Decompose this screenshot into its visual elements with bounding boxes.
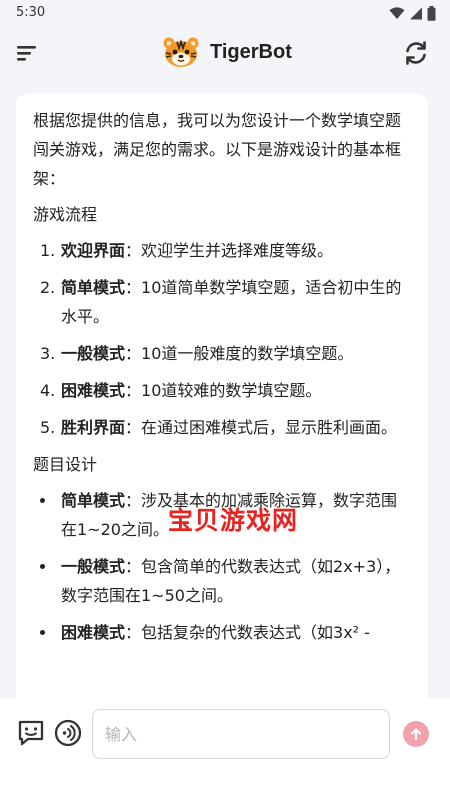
flow-step: 3. 一般模式：10道一般难度的数学填空题。 xyxy=(40,344,354,363)
flow-step: 2. 简单模式：10道简单数学填空题，适合初中生的水平。 xyxy=(40,278,402,326)
feedback-button[interactable] xyxy=(17,719,45,747)
battery-icon xyxy=(427,6,436,21)
signal-icon xyxy=(410,7,422,20)
refresh-icon xyxy=(406,41,426,65)
bot-message-bubble: 根据您提供的信息，我可以为您设计一个数学填空题闯关游戏，满足您的需求。以下是游戏… xyxy=(16,94,428,698)
flow-steps-list: 1. 欢迎界面：欢迎学生并选择难度等级。 2. 简单模式：10道简单数学填空题，适合… xyxy=(33,236,412,442)
app-title: TigerBot xyxy=(210,40,292,63)
brand: TigerBot xyxy=(162,36,292,68)
design-item: 困难模式：包括复杂的代数表达式（如3x² - xyxy=(33,618,412,647)
feedback-icon xyxy=(18,720,44,746)
message-intro: 根据您提供的信息，我可以为您设计一个数学填空题闯关游戏，满足您的需求。以下是游戏… xyxy=(33,111,402,188)
wifi-icon xyxy=(389,7,405,19)
design-section-title: 题目设计 xyxy=(33,455,98,474)
status-bar: 5:30 xyxy=(0,0,450,26)
app-header: TigerBot xyxy=(0,26,450,80)
flow-step: 1. 欢迎界面：欢迎学生并选择难度等级。 xyxy=(40,241,334,260)
tiger-logo-icon xyxy=(163,37,199,67)
menu-icon xyxy=(17,46,36,61)
chat-area[interactable]: 根据您提供的信息，我可以为您设计一个数学填空题闯关游戏，满足您的需求。以下是游戏… xyxy=(0,80,450,698)
watermark: 宝贝游戏网 xyxy=(168,506,299,535)
design-item: 一般模式：包含简单的代数表达式（如2x+3），数字范围在1~50之间。 xyxy=(33,552,412,610)
flow-step: 4. 困难模式：10道较难的数学填空题。 xyxy=(40,381,322,400)
send-arrow-icon xyxy=(410,728,422,741)
input-bar xyxy=(0,698,450,800)
status-icons xyxy=(389,6,436,21)
message-input[interactable] xyxy=(92,709,390,759)
bullet-dot xyxy=(40,630,45,635)
voice-icon xyxy=(54,719,82,747)
bullet-dot xyxy=(40,564,45,569)
menu-button[interactable] xyxy=(14,40,42,66)
voice-button[interactable] xyxy=(54,719,82,747)
flow-section-title: 游戏流程 xyxy=(33,205,98,224)
refresh-button[interactable] xyxy=(402,39,430,67)
flow-step: 5. 胜利界面：在通过困难模式后，显示胜利画面。 xyxy=(40,418,398,437)
send-button[interactable] xyxy=(403,721,429,747)
bullet-dot xyxy=(40,498,45,503)
status-time: 5:30 xyxy=(16,5,46,20)
